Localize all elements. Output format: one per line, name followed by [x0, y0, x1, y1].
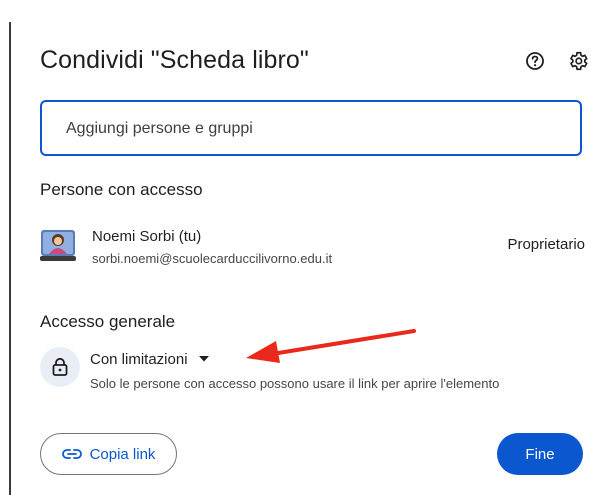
person-name: Noemi Sorbi (tu) — [92, 228, 202, 245]
general-access-value: Con limitazioni — [90, 350, 188, 368]
share-dialog: Condividi "Scheda libro" Persone con acc… — [14, 0, 591, 495]
background-window-edge — [0, 0, 12, 495]
dialog-title: Condividi "Scheda libro" — [40, 46, 309, 74]
gear-icon — [570, 51, 588, 71]
general-access-description: Solo le persone con accesso possono usar… — [90, 376, 500, 391]
general-access-heading: Accesso generale — [40, 312, 176, 331]
add-people-input[interactable] — [64, 102, 568, 156]
done-button[interactable]: Fine — [497, 433, 583, 475]
lock-badge — [40, 347, 80, 387]
copy-link-label: Copia link — [89, 445, 156, 463]
people-with-access-heading: Persone con accesso — [40, 180, 203, 199]
avatar — [40, 230, 76, 261]
caret-down-icon — [198, 356, 209, 362]
done-button-label: Fine — [525, 445, 555, 463]
link-icon — [61, 449, 82, 459]
annotation-arrow-icon — [246, 329, 416, 363]
copy-link-button[interactable]: Copia link — [40, 433, 177, 475]
person-email: sorbi.noemi@scuolecarduccilivorno.edu.it — [92, 251, 333, 266]
add-people-field[interactable] — [40, 100, 582, 156]
lock-icon — [52, 357, 68, 376]
help-button[interactable] — [519, 45, 551, 77]
help-circle-icon — [526, 52, 544, 70]
person-role: Proprietario — [507, 236, 585, 253]
person-row: Noemi Sorbi (tu) sorbi.noemi@scuolecardu… — [40, 224, 585, 274]
settings-button[interactable] — [562, 45, 591, 77]
general-access-dropdown[interactable]: Con limitazioni — [90, 347, 210, 371]
